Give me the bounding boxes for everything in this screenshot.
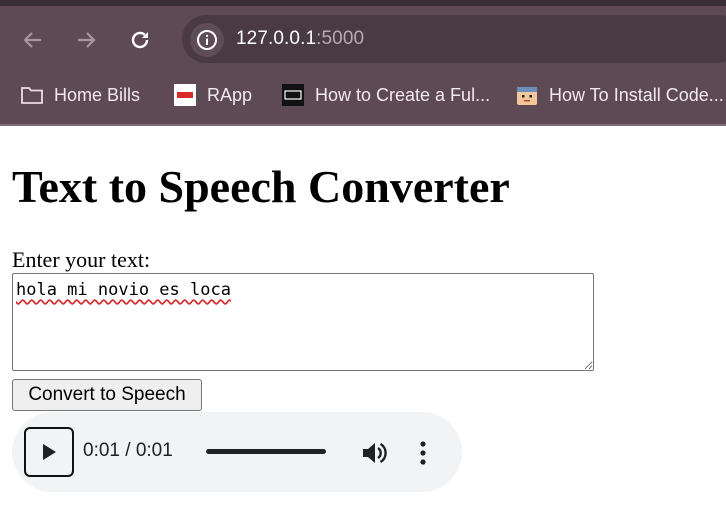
audio-progress-bar[interactable] xyxy=(206,449,326,454)
reload-button[interactable] xyxy=(124,24,156,56)
url-host: 127.0.0.1 xyxy=(236,28,317,49)
folder-icon xyxy=(20,83,44,107)
info-icon xyxy=(197,30,217,50)
rapp-favicon xyxy=(173,83,197,107)
browser-chrome: 127.0.0.1:5000 Home Bills RApp How to Cr… xyxy=(0,0,726,126)
reload-icon xyxy=(131,31,149,49)
browser-toolbar: 127.0.0.1:5000 xyxy=(0,14,726,66)
url-text[interactable]: 127.0.0.1:5000 xyxy=(236,28,364,50)
text-input-label: Enter your text: xyxy=(12,247,151,272)
audio-time: 0:01 / 0:01 xyxy=(83,440,173,461)
audio-player: 0:01 / 0:01 xyxy=(12,412,462,492)
more-options-icon[interactable] xyxy=(412,439,434,467)
page-title: Text to Speech Converter xyxy=(12,161,510,212)
page-content: Text to Speech Converter Enter your text… xyxy=(0,126,726,530)
bookmark-install-code[interactable]: How To Install Code... xyxy=(515,82,724,108)
robot-favicon xyxy=(515,83,539,107)
bookmark-label: Home Bills xyxy=(54,84,141,105)
htg-favicon xyxy=(281,83,305,107)
play-button[interactable] xyxy=(24,427,74,477)
bookmark-htg[interactable]: How to Create a Ful... xyxy=(281,82,490,108)
bookmark-home-bills[interactable]: Home Bills xyxy=(20,82,140,108)
bookmark-rapp[interactable]: RApp xyxy=(173,82,252,108)
play-icon xyxy=(43,444,56,460)
bookmarks-bar: Home Bills RApp How to Create a Ful... H… xyxy=(0,72,726,118)
bookmark-label: How to Create a Ful... xyxy=(315,84,491,105)
arrow-right-icon xyxy=(78,32,96,48)
tab-strip xyxy=(0,0,726,6)
url-port: :5000 xyxy=(316,28,365,49)
convert-to-speech-button[interactable]: Convert to Speech xyxy=(12,379,202,411)
volume-icon[interactable] xyxy=(360,439,388,467)
bookmark-label: How To Install Code... xyxy=(549,84,724,105)
text-input[interactable] xyxy=(12,273,594,371)
address-bar[interactable]: 127.0.0.1:5000 xyxy=(182,15,726,63)
arrow-left-icon xyxy=(23,32,41,48)
forward-button[interactable] xyxy=(70,24,102,56)
bookmark-label: RApp xyxy=(207,84,253,105)
back-button[interactable] xyxy=(17,24,49,56)
site-info-button[interactable] xyxy=(190,23,224,57)
